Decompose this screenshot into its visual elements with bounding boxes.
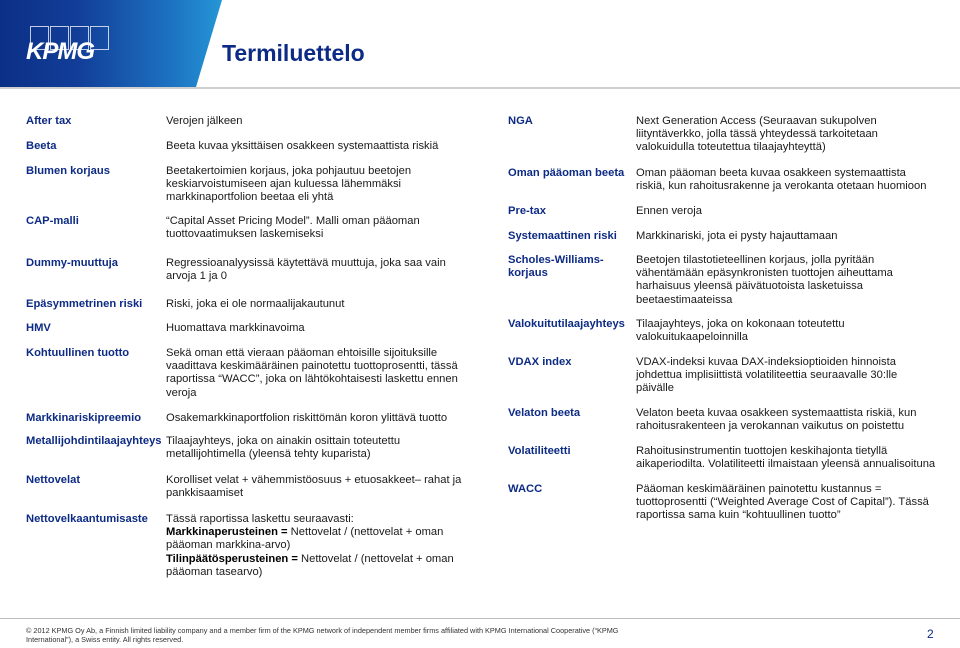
glossary-definition: Markkinariski, jota ei pysty hajauttamaa… [636, 230, 838, 242]
glossary-definition: Verojen jälkeen [166, 115, 243, 127]
glossary-term: After tax [26, 115, 72, 127]
glossary-term: Markkinariskipreemio [26, 412, 142, 424]
glossary-term: Metallijohdintilaajayhteys [26, 435, 162, 447]
glossary-term: Beeta [26, 140, 57, 152]
glossary-definition: Korolliset velat + vähemmistöosuus + etu… [166, 474, 462, 500]
glossary-definition: VDAX-indeksi kuvaa DAX-indeksioptioiden … [636, 356, 898, 395]
glossary-definition: Huomattava markkinavoima [166, 322, 305, 334]
formula-label: Tilinpäätösperusteinen = [166, 552, 298, 565]
glossary-term: Nettovelkaantumisaste [26, 513, 148, 525]
footer-copyright: © 2012 KPMG Oy Ab, a Finnish limited lia… [26, 626, 619, 645]
glossary-term: Systemaattinen riski [508, 230, 617, 242]
kpmg-logo: KPMG [26, 26, 116, 65]
logo-text: KPMG [26, 38, 95, 65]
glossary-term: Blumen korjaus [26, 165, 110, 177]
glossary-term: Scholes-Williams-korjaus [508, 254, 604, 280]
glossary-term: NGA [508, 115, 533, 127]
glossary-definition: Velaton beeta kuvaa osakkeen systemaatti… [636, 407, 917, 433]
glossary-definition: Ennen veroja [636, 205, 702, 217]
glossary-term: HMV [26, 322, 51, 334]
glossary-definition: Beeta kuvaa yksittäisen osakkeen systema… [166, 140, 439, 152]
glossary-term: Kohtuullinen tuotto [26, 347, 130, 359]
glossary-definition: Pääoman keskimääräinen painotettu kustan… [636, 483, 929, 522]
glossary-term: Velaton beeta [508, 407, 581, 419]
glossary-definition: Regressioanalyysissä käytettävä muuttuja… [166, 257, 446, 283]
glossary-definition: Next Generation Access (Seuraavan sukupo… [636, 115, 878, 154]
glossary-definition: Beetakertoimien korjaus, joka pohjautuu … [166, 165, 412, 204]
glossary-definition: Tässä raportissa laskettu seuraavasti: M… [166, 513, 466, 579]
glossary-term: Nettovelat [26, 474, 81, 486]
glossary-term: VDAX index [508, 356, 572, 368]
glossary-term: Oman pääoman beeta [508, 167, 625, 179]
glossary-term: Dummy-muuttuja [26, 257, 118, 269]
glossary-definition: Sekä oman että vieraan pääoman ehtoisill… [166, 347, 458, 399]
glossary-definition: “Capital Asset Pricing Model”. Malli oma… [166, 215, 420, 241]
glossary-definition: Rahoitusinstrumentin tuottojen keskihajo… [636, 445, 936, 471]
glossary-definition: Osakemarkkinaportfolion riskittömän koro… [166, 412, 448, 424]
footer-divider [0, 618, 960, 619]
glossary-term: CAP-malli [26, 215, 79, 227]
formula-label: Markkinaperusteinen = [166, 526, 288, 539]
header-divider [0, 87, 960, 89]
glossary-definition: Riski, joka ei ole normaalijakautunut [166, 298, 345, 310]
glossary-term: WACC [508, 483, 543, 495]
glossary-term: Pre-tax [508, 205, 546, 217]
glossary-definition: Tilaajayhteys, joka on ainakin osittain … [166, 435, 401, 461]
glossary-term: Volatiliteetti [508, 445, 571, 457]
glossary-term: Valokuitutilaajayhteys [508, 318, 625, 330]
glossary-definition: Tilaajayhteys, joka on kokonaan toteutet… [636, 318, 845, 344]
definition-intro: Tässä raportissa laskettu seuraavasti: [166, 513, 354, 525]
glossary-definition: Beetojen tilastotieteellinen korjaus, jo… [636, 254, 893, 306]
glossary-term: Epäsymmetrinen riski [26, 298, 143, 310]
glossary-definition: Oman pääoman beeta kuvaa osakkeen system… [636, 167, 927, 193]
page-number: 2 [927, 627, 934, 641]
page-title: Termiluettelo [222, 40, 365, 66]
